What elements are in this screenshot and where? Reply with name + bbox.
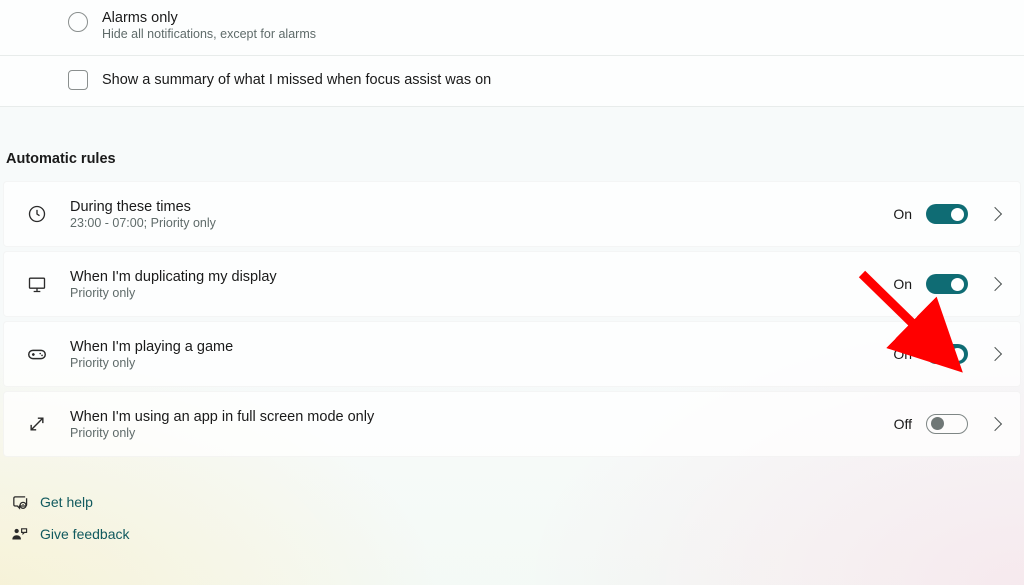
rule-toggle[interactable] [926,414,968,434]
give-feedback-label: Give feedback [40,526,130,542]
give-feedback-link[interactable]: Give feedback [10,525,1024,543]
gamepad-icon [26,343,48,365]
rule-toggle[interactable] [926,204,968,224]
chevron-right-icon[interactable] [988,347,1002,361]
rule-playing-game[interactable]: When I'm playing a game Priority only On [3,321,1021,387]
help-links: Get help Give feedback [0,461,1024,543]
rule-fullscreen-app[interactable]: When I'm using an app in full screen mod… [3,391,1021,457]
rule-texts: During these times 23:00 - 07:00; Priori… [70,199,893,230]
option-subtitle: Hide all notifications, except for alarm… [102,27,316,41]
rule-texts: When I'm duplicating my display Priority… [70,269,893,300]
rule-title: When I'm using an app in full screen mod… [70,409,894,425]
rule-state-label: Off [894,416,912,432]
monitor-icon [26,273,48,295]
automatic-rules-heading: Automatic rules [0,107,1024,181]
help-icon [10,493,28,511]
rule-subtitle: Priority only [70,426,894,440]
checkbox-icon [68,70,88,90]
rule-title: When I'm playing a game [70,339,893,355]
rule-toggle[interactable] [926,274,968,294]
get-help-label: Get help [40,494,93,510]
get-help-link[interactable]: Get help [10,493,1024,511]
summary-checkbox-label: Show a summary of what I missed when foc… [102,72,491,88]
chevron-right-icon[interactable] [988,207,1002,221]
chevron-right-icon[interactable] [988,277,1002,291]
fullscreen-icon [26,413,48,435]
radio-texts: Alarms only Hide all notifications, exce… [102,10,316,41]
chevron-right-icon[interactable] [988,417,1002,431]
rule-title: When I'm duplicating my display [70,269,893,285]
focus-mode-options-panel: Alarms only Hide all notifications, exce… [0,0,1024,107]
feedback-icon [10,525,28,543]
rule-toggle[interactable] [926,344,968,364]
rule-state-label: On [893,276,912,292]
rule-during-times[interactable]: During these times 23:00 - 07:00; Priori… [3,181,1021,247]
rule-duplicating-display[interactable]: When I'm duplicating my display Priority… [3,251,1021,317]
rule-texts: When I'm playing a game Priority only [70,339,893,370]
radio-icon [68,12,88,32]
rule-state-label: On [893,206,912,222]
focus-mode-option-alarms-only[interactable]: Alarms only Hide all notifications, exce… [0,0,1024,55]
rule-subtitle: 23:00 - 07:00; Priority only [70,216,893,230]
option-title: Alarms only [102,10,316,26]
summary-checkbox-row[interactable]: Show a summary of what I missed when foc… [0,55,1024,106]
rule-subtitle: Priority only [70,356,893,370]
rule-state-label: On [893,346,912,362]
rule-texts: When I'm using an app in full screen mod… [70,409,894,440]
rule-title: During these times [70,199,893,215]
clock-icon [26,203,48,225]
rule-subtitle: Priority only [70,286,893,300]
